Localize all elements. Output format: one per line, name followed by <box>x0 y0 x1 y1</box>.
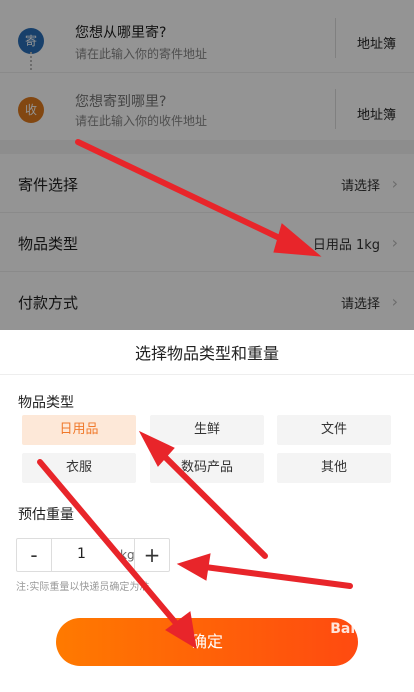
divider <box>0 374 414 375</box>
sheet-title: 选择物品类型和重量 <box>134 344 279 363</box>
type-chip-document[interactable]: 文件 <box>277 415 391 445</box>
weight-note: 注:实际重量以快递员确定为准 <box>16 582 150 593</box>
increase-weight-button[interactable]: + <box>134 539 169 571</box>
weight-label: 预估重量 <box>18 507 74 523</box>
confirm-button[interactable]: 确定 <box>56 618 358 666</box>
item-type-label: 物品类型 <box>18 395 74 411</box>
type-chip-other[interactable]: 其他 <box>277 453 391 483</box>
type-chip-digital[interactable]: 数码产品 <box>150 453 264 483</box>
modal-overlay[interactable] <box>0 0 414 330</box>
type-chip-daily[interactable]: 日用品 <box>22 415 136 445</box>
type-chip-clothes[interactable]: 衣服 <box>22 453 136 483</box>
decrease-weight-button[interactable]: - <box>17 539 52 571</box>
weight-stepper: - 1 kg + <box>16 538 170 572</box>
watermark-logo: Baidu 经验 <box>330 621 408 637</box>
type-chip-fresh[interactable]: 生鲜 <box>150 415 264 445</box>
weight-unit: kg <box>120 548 135 562</box>
weight-value[interactable]: 1 <box>77 546 86 562</box>
